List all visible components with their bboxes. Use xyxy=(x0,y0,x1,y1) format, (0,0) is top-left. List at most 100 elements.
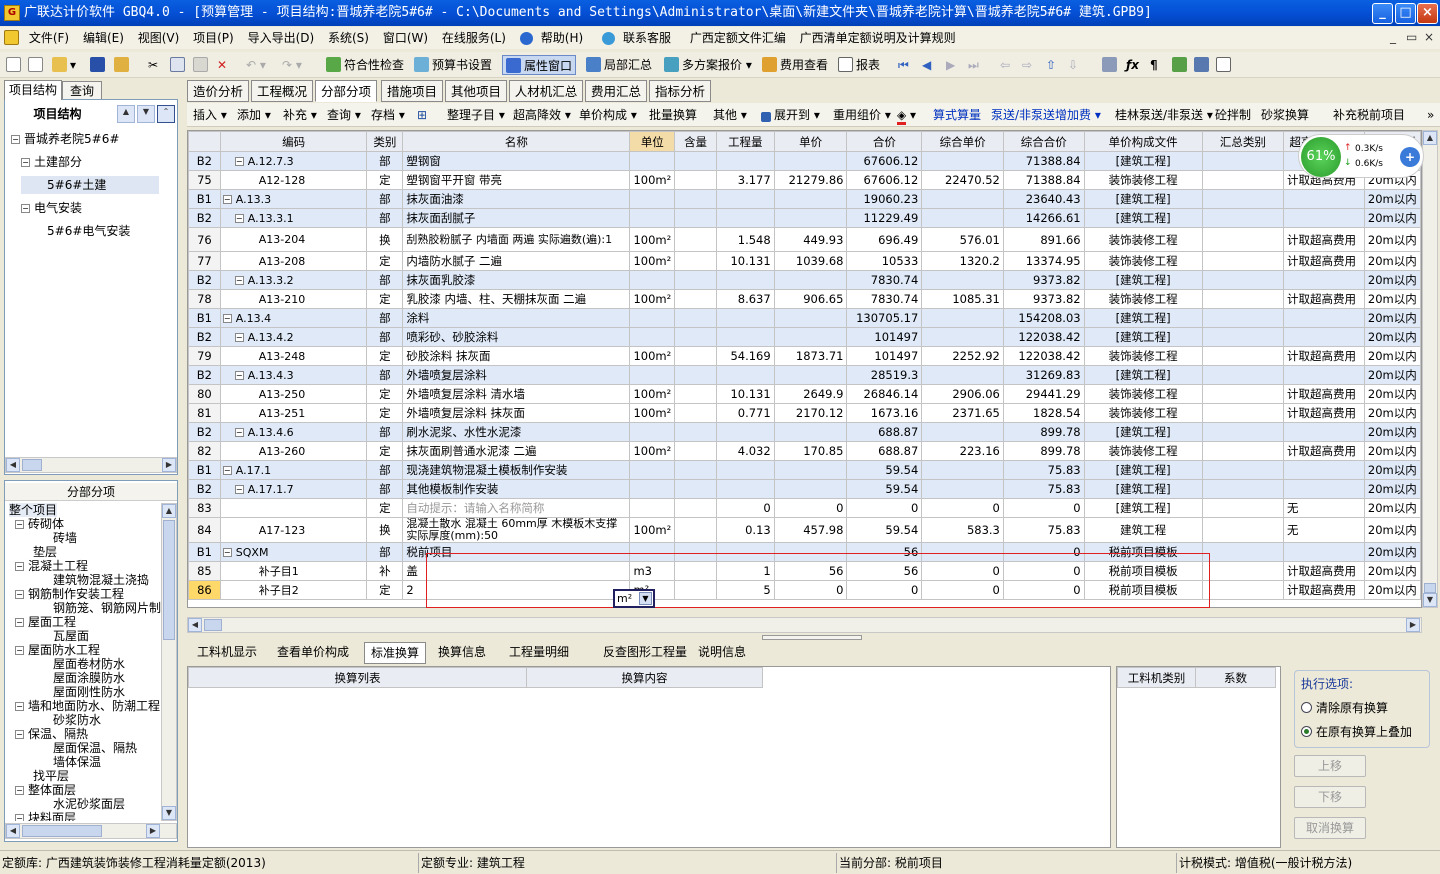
table-cell[interactable] xyxy=(715,542,775,562)
table-cell[interactable]: 0 xyxy=(921,580,1004,600)
table-cell[interactable]: [建筑工程] xyxy=(1083,498,1203,518)
col-header[interactable]: 单位 xyxy=(629,131,676,152)
maximize-button[interactable]: □ xyxy=(1395,3,1416,24)
table-cell[interactable]: 0 xyxy=(921,561,1004,581)
table-cell[interactable] xyxy=(921,365,1004,385)
table-cell[interactable]: 1.548 xyxy=(715,227,775,252)
table-cell[interactable]: 无 xyxy=(1283,498,1365,518)
table-cell[interactable]: 税前项目模板 xyxy=(1083,542,1203,562)
table-cell[interactable]: 20m以内 xyxy=(1363,422,1421,442)
open-folder-icon[interactable]: ▾ xyxy=(52,55,76,75)
table-cell[interactable]: 8.637 xyxy=(715,289,775,309)
table-cell[interactable] xyxy=(921,208,1004,228)
minimize-button[interactable]: _ xyxy=(1372,3,1393,24)
table-cell[interactable]: 28519.3 xyxy=(846,365,923,385)
table-cell[interactable] xyxy=(715,270,775,290)
table-cell[interactable]: 装饰装修工程 xyxy=(1083,251,1203,271)
table-cell[interactable] xyxy=(921,189,1004,209)
table-cell[interactable] xyxy=(1201,251,1285,271)
table-cell[interactable]: [建筑工程] xyxy=(1083,189,1203,209)
table-cell[interactable]: 67606.12 xyxy=(846,151,923,171)
collapse-tree-icon[interactable]: − xyxy=(11,135,20,144)
table-cell[interactable]: − A.13.4.2 xyxy=(219,327,368,347)
table-cell[interactable] xyxy=(674,251,717,271)
table-cell[interactable]: 无 xyxy=(1283,517,1365,543)
new-icon[interactable] xyxy=(6,55,24,75)
supplement-button[interactable]: 补充 ▾ xyxy=(283,103,317,127)
scroll-right-icon[interactable]: ▶ xyxy=(1406,618,1420,632)
table-cell[interactable]: − A.17.1 xyxy=(219,460,368,480)
table-cell[interactable]: [建筑工程] xyxy=(1083,208,1203,228)
col-header[interactable]: 单价 xyxy=(773,131,848,152)
table-cell[interactable] xyxy=(629,542,676,562)
table-row[interactable]: B1− A.13.3 部抹灰面油漆 19060.23 23640.43 [建筑工程] 20m… xyxy=(188,189,1421,209)
table-cell[interactable]: 7830.74 xyxy=(846,289,923,309)
menu-quota-rules[interactable]: 广西清单定额说明及计算规则 xyxy=(795,27,961,49)
section-item[interactable]: − 整体面层 xyxy=(15,783,76,797)
scroll-thumb[interactable] xyxy=(22,459,42,471)
copy-icon[interactable] xyxy=(170,55,188,75)
table-cell[interactable]: 2252.92 xyxy=(921,346,1004,366)
plus-icon[interactable]: + xyxy=(1400,147,1420,167)
table-cell[interactable]: 223.16 xyxy=(921,441,1004,461)
col-header[interactable]: 类别 xyxy=(366,131,404,152)
concrete-mix-button[interactable]: 砼拌制 xyxy=(1215,103,1251,127)
table-cell[interactable]: 688.87 xyxy=(846,441,923,461)
table-cell[interactable] xyxy=(629,189,676,209)
table-cell[interactable] xyxy=(773,270,848,290)
collapse-row-icon[interactable]: − xyxy=(222,466,232,475)
table-cell[interactable] xyxy=(773,422,848,442)
table-cell[interactable]: 外墙喷复层涂料 xyxy=(402,365,631,385)
unit-price-comp-button[interactable]: 单价构成 ▾ xyxy=(579,103,637,127)
tab-measures[interactable]: 措施项目 xyxy=(381,80,443,102)
table-row[interactable]: B2− A.13.4.6 部刷水泥浆、水性水泥漆 688.87 899.78 [建筑工程]… xyxy=(188,422,1421,442)
tab-fee-summary[interactable]: 费用汇总 xyxy=(585,80,647,102)
menu-file[interactable]: 文件(F) xyxy=(24,27,74,49)
tab-unit-price-comp[interactable]: 查看单价构成 xyxy=(269,642,357,664)
table-cell[interactable]: [建筑工程] xyxy=(1083,479,1203,499)
budget-settings-button[interactable]: 预算书设置 xyxy=(414,55,492,75)
table-cell[interactable]: 补子目2 xyxy=(219,580,368,600)
table-cell[interactable]: 906.65 xyxy=(773,289,848,309)
table-cell[interactable]: 部 xyxy=(366,327,404,347)
tree-node-civil-selected[interactable]: 5#6#土建 xyxy=(21,176,159,194)
table-cell[interactable]: 计取超高费用 xyxy=(1283,251,1365,271)
table-cell[interactable]: 其他模板制作安装 xyxy=(402,479,631,499)
move-up-icon[interactable]: ▲ xyxy=(117,105,135,123)
table-cell[interactable]: 7830.74 xyxy=(846,270,923,290)
table-cell[interactable] xyxy=(1201,327,1285,347)
scroll-down-icon[interactable]: ▼ xyxy=(1423,593,1437,607)
section-item[interactable]: − 混凝土工程 xyxy=(15,559,88,573)
col-header[interactable]: 综合单价 xyxy=(921,131,1004,152)
table-cell[interactable]: 部 xyxy=(366,460,404,480)
table-cell[interactable]: 装饰装修工程 xyxy=(1083,227,1203,252)
table-cell[interactable]: A13-204 xyxy=(219,227,368,252)
table-cell[interactable] xyxy=(1201,346,1285,366)
table-cell[interactable]: 砂胶涂料 抹灰面 xyxy=(402,346,631,366)
table-cell[interactable]: 1 xyxy=(715,561,775,581)
table-cell[interactable]: 2906.06 xyxy=(921,384,1004,404)
arrange-items-button[interactable]: 整理子目 ▾ xyxy=(447,103,505,127)
table-cell[interactable]: 101497 xyxy=(846,327,923,347)
table-cell[interactable]: 9373.82 xyxy=(1002,270,1085,290)
table-cell[interactable]: 891.66 xyxy=(1002,227,1085,252)
table-cell[interactable] xyxy=(1283,327,1365,347)
table-cell[interactable]: 定 xyxy=(366,346,404,366)
table-row[interactable]: 75 A12-128 定塑钢窗平开窗 带亮 100m² 3.177 21279.86 676… xyxy=(188,170,1421,190)
table-cell[interactable] xyxy=(1283,460,1365,480)
table-cell[interactable]: 21279.86 xyxy=(773,170,848,190)
section-item[interactable]: 建筑物混凝土浇捣 xyxy=(53,573,149,587)
table-cell[interactable] xyxy=(674,422,717,442)
tab-quantity-detail[interactable]: 工程量明细 xyxy=(501,642,577,664)
table-row[interactable]: B2− A.13.3.2 部抹灰面乳胶漆 7830.74 9373.82 [建筑工程] 20… xyxy=(188,270,1421,290)
table-cell[interactable]: 20m以内 xyxy=(1363,289,1421,309)
table-cell[interactable] xyxy=(674,308,717,328)
table-cell[interactable]: 20m以内 xyxy=(1363,460,1421,480)
table-cell[interactable] xyxy=(674,365,717,385)
scroll-thumb[interactable] xyxy=(1424,583,1436,593)
table-cell[interactable]: A17-123 xyxy=(219,517,368,543)
table-cell[interactable]: 自动提示：请输入名称简称 xyxy=(402,498,631,518)
pre-tax-item-button[interactable]: 补充税前项目 xyxy=(1333,103,1405,127)
table-cell[interactable]: A13-251 xyxy=(219,403,368,423)
table-cell[interactable]: 补 xyxy=(366,561,404,581)
